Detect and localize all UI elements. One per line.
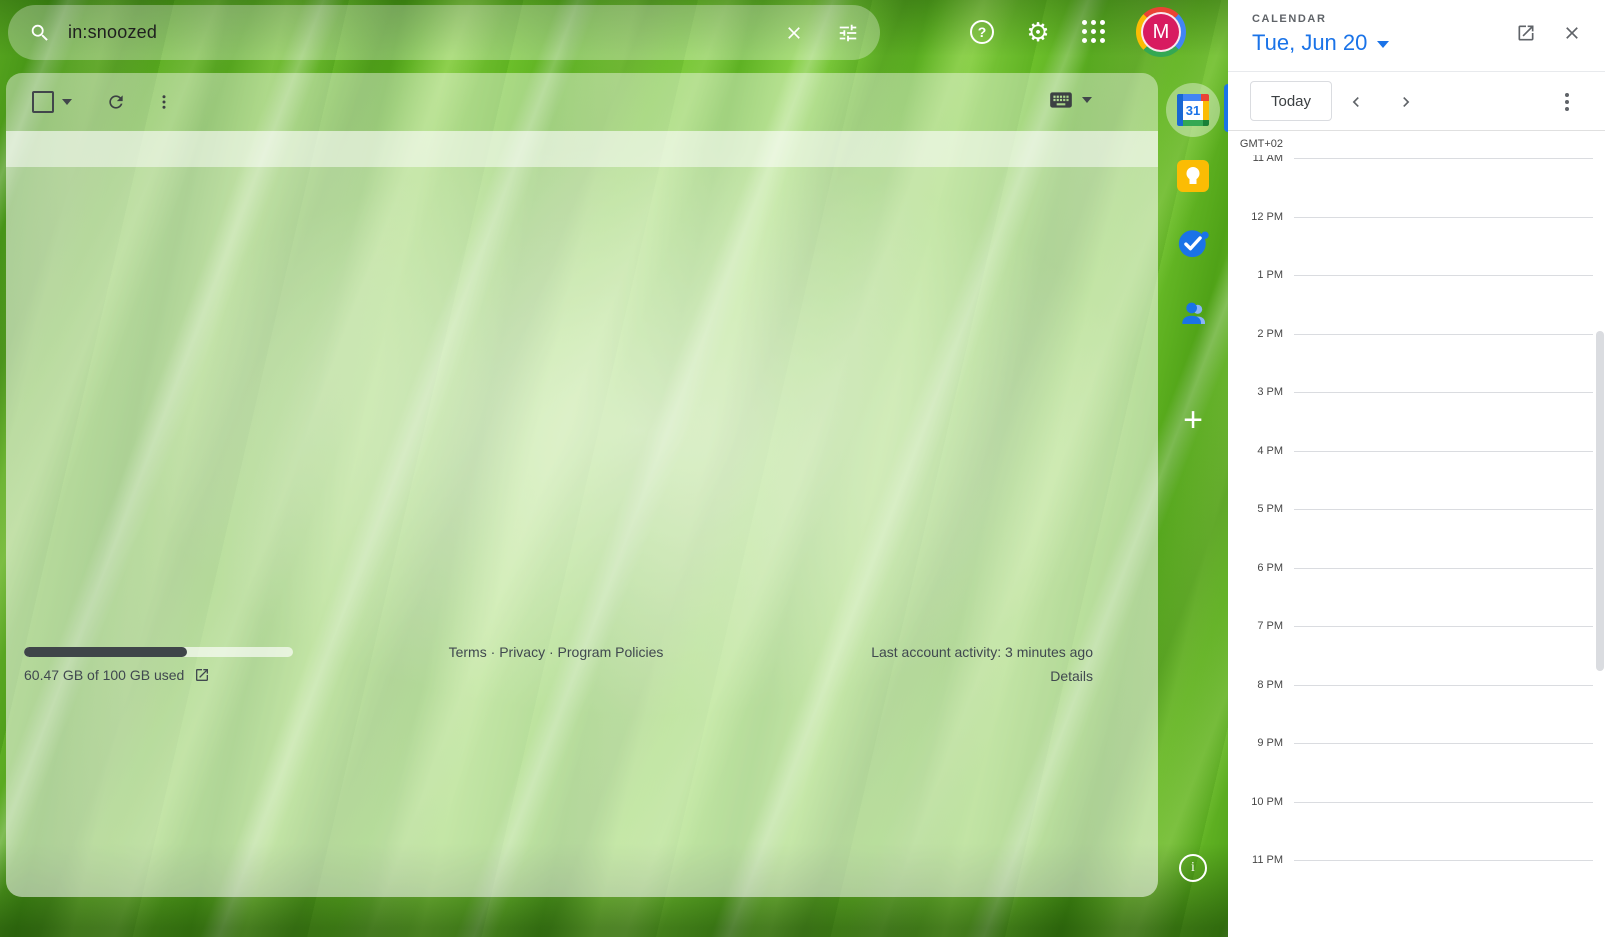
add-side-panel-app-icon[interactable]: + xyxy=(1183,403,1203,437)
hour-gridline xyxy=(1294,802,1593,803)
hour-gridline xyxy=(1294,158,1593,159)
hour-label: 5 PM xyxy=(1228,503,1283,515)
privacy-link[interactable]: Privacy xyxy=(499,644,545,660)
hour-label: 3 PM xyxy=(1228,386,1283,398)
calendar-panel-title: CALENDAR xyxy=(1252,13,1327,25)
hour-label: 11 PM xyxy=(1228,854,1283,866)
timezone-strip: GMT+02 xyxy=(1228,131,1292,155)
terms-link[interactable]: Terms xyxy=(449,644,487,660)
hour-label: 10 PM xyxy=(1228,796,1283,808)
storage-open-icon[interactable] xyxy=(194,667,210,683)
account-activity-details-link[interactable]: Details xyxy=(1050,668,1093,684)
hour-gridline xyxy=(1294,509,1593,510)
program-policies-link[interactable]: Program Policies xyxy=(558,644,664,660)
hour-gridline xyxy=(1294,451,1593,452)
input-tools-dropdown-icon[interactable] xyxy=(1082,97,1092,103)
mail-toolbar xyxy=(6,73,1158,131)
select-all-checkbox[interactable] xyxy=(32,91,54,113)
date-dropdown-icon xyxy=(1377,41,1389,48)
hour-gridline xyxy=(1294,626,1593,627)
keep-app-icon[interactable] xyxy=(1177,160,1209,192)
mail-list-empty-area xyxy=(6,131,1158,897)
active-app-highlight: 31 xyxy=(1166,83,1220,137)
storage-used-label: 60.47 GB of 100 GB used xyxy=(24,667,184,683)
hour-label: 12 PM xyxy=(1228,211,1283,223)
hour-label: 9 PM xyxy=(1228,737,1283,749)
hour-label: 7 PM xyxy=(1228,620,1283,632)
select-dropdown-icon[interactable] xyxy=(62,99,72,105)
hour-label: 8 PM xyxy=(1228,679,1283,691)
calendar-date-selector[interactable]: Tue, Jun 20 xyxy=(1252,30,1389,56)
hour-gridline xyxy=(1294,275,1593,276)
today-button[interactable]: Today xyxy=(1250,81,1332,121)
link-separator: · xyxy=(549,644,554,660)
avatar-initial: M xyxy=(1141,12,1181,52)
hour-gridline xyxy=(1294,743,1593,744)
last-account-activity-label: Last account activity: 3 minutes ago xyxy=(871,644,1093,660)
search-bar[interactable]: in:snoozed xyxy=(8,5,880,60)
mail-list-panel: 60.47 GB of 100 GB used Terms · Privacy … xyxy=(6,73,1158,897)
input-tools-keyboard-icon[interactable] xyxy=(1048,87,1092,113)
calendar-scrollbar[interactable] xyxy=(1596,331,1604,671)
gear-icon[interactable]: ⚙ xyxy=(1024,18,1052,46)
calendar-more-options-icon[interactable] xyxy=(1555,90,1579,114)
refresh-icon[interactable] xyxy=(96,82,136,122)
hour-gridline xyxy=(1294,860,1593,861)
next-day-icon[interactable] xyxy=(1392,88,1420,116)
hour-label: 2 PM xyxy=(1228,328,1283,340)
link-separator: · xyxy=(491,644,496,660)
calendar-panel-header: CALENDAR Tue, Jun 20 xyxy=(1228,0,1605,72)
calendar-date-label: Tue, Jun 20 xyxy=(1252,30,1367,56)
calendar-side-panel: CALENDAR Tue, Jun 20 Today 11 PM 10 PM 9 P… xyxy=(1228,0,1605,937)
hour-label: 4 PM xyxy=(1228,445,1283,457)
google-apps-grid-icon[interactable] xyxy=(1080,18,1108,46)
help-icon[interactable]: ? xyxy=(968,18,996,46)
account-avatar[interactable]: M xyxy=(1136,7,1186,57)
clear-search-icon[interactable] xyxy=(782,21,806,45)
calendar-toolbar: Today xyxy=(1228,73,1605,131)
topbar-actions: ? ⚙ M xyxy=(968,8,1186,56)
calendar-icon-date: 31 xyxy=(1183,101,1203,120)
calendar-grid[interactable]: 11 PM 10 PM 9 PM 8 PM 7 PM 6 PM 5 PM 4 PM 3 PM 2 … xyxy=(1228,131,1605,937)
tasks-app-icon[interactable] xyxy=(1176,226,1210,260)
hour-gridline xyxy=(1294,685,1593,686)
search-icon[interactable] xyxy=(28,21,52,45)
calendar-app-icon[interactable]: 31 xyxy=(1166,83,1220,137)
hour-gridline xyxy=(1294,217,1593,218)
side-panel-rail: 31 + i xyxy=(1158,73,1228,937)
previous-day-icon[interactable] xyxy=(1342,88,1370,116)
info-icon[interactable]: i xyxy=(1179,854,1207,882)
close-panel-icon[interactable] xyxy=(1559,20,1585,46)
search-options-tune-icon[interactable] xyxy=(836,21,860,45)
hour-gridline xyxy=(1294,392,1593,393)
more-options-icon[interactable] xyxy=(144,82,184,122)
hour-label: 6 PM xyxy=(1228,562,1283,574)
open-in-new-icon[interactable] xyxy=(1513,20,1539,46)
contacts-app-icon[interactable] xyxy=(1177,296,1209,328)
timezone-label: GMT+02 xyxy=(1228,138,1283,150)
hour-label: 1 PM xyxy=(1228,269,1283,281)
hour-gridline xyxy=(1294,568,1593,569)
search-input[interactable]: in:snoozed xyxy=(68,22,157,43)
hour-gridline xyxy=(1294,334,1593,335)
